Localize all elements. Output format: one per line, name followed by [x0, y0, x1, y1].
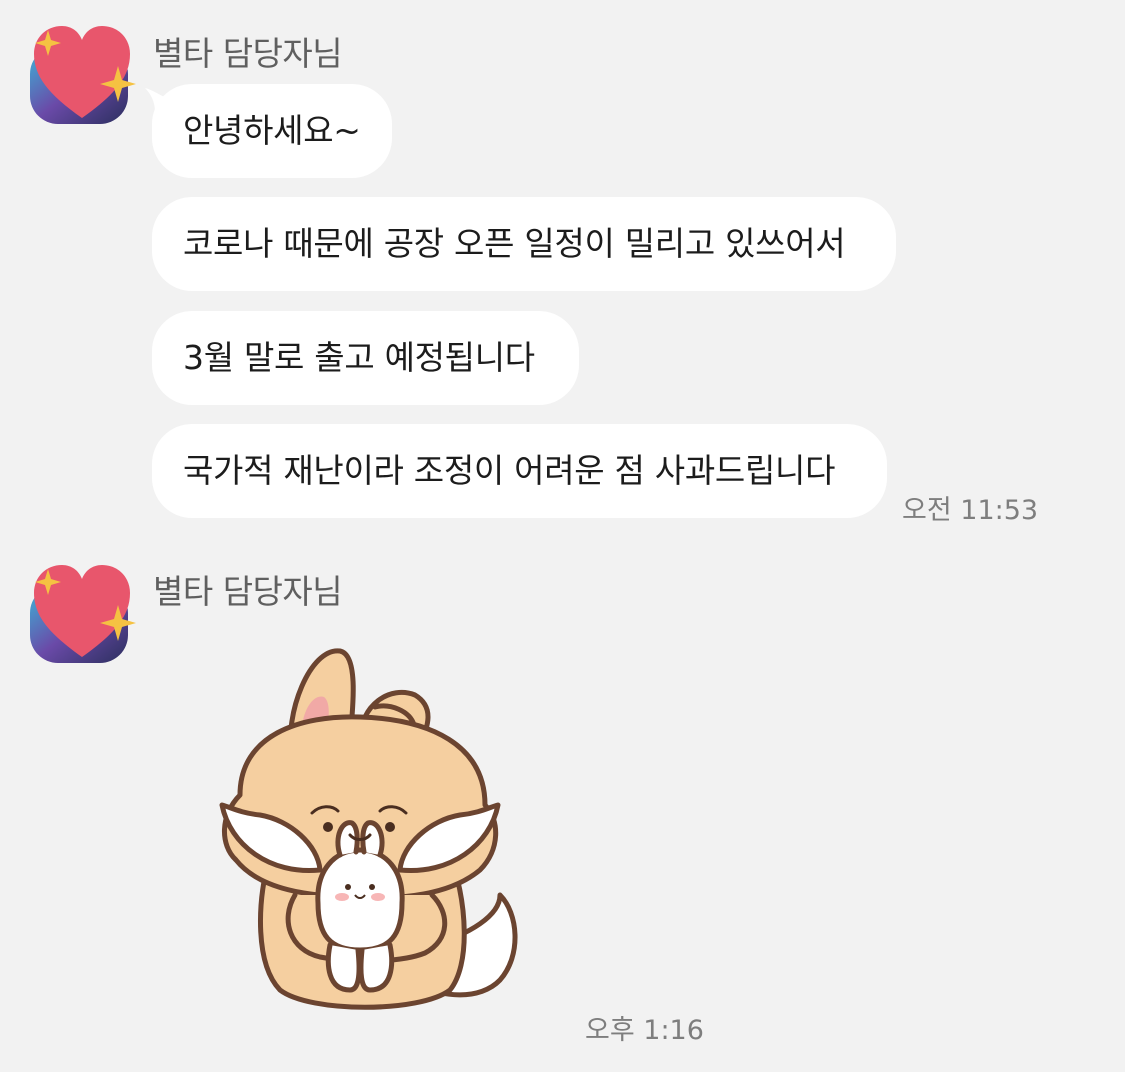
message-bubble[interactable]: 3월 말로 출고 예정됩니다 — [152, 311, 579, 405]
message-text: 코로나 때문에 공장 오픈 일정이 밀리고 있쓰어서 — [183, 224, 846, 263]
sticker-message[interactable] — [200, 645, 530, 1025]
message-bubble[interactable]: 안녕하세요~ — [152, 84, 392, 178]
message-text: 국가적 재난이라 조정이 어려운 점 사과드립니다 — [183, 451, 836, 490]
message-text: 안녕하세요~ — [183, 111, 361, 150]
sparkling-heart-icon — [30, 565, 136, 663]
message-timestamp: 오전 11:53 — [902, 495, 1039, 526]
message-timestamp: 오후 1:16 — [585, 1015, 704, 1046]
sender-name: 별타 담당자님 — [153, 34, 343, 73]
sender-avatar[interactable] — [28, 557, 136, 665]
message-bubble[interactable]: 코로나 때문에 공장 오픈 일정이 밀리고 있쓰어서 — [152, 197, 896, 291]
sparkling-heart-icon — [30, 26, 136, 124]
sender-avatar[interactable] — [28, 18, 136, 126]
sad-fox-hugging-bunny-sticker — [219, 648, 518, 1010]
message-text: 3월 말로 출고 예정됩니다 — [183, 338, 535, 377]
sender-name: 별타 담당자님 — [153, 572, 343, 611]
message-bubble[interactable]: 국가적 재난이라 조정이 어려운 점 사과드립니다 — [152, 424, 887, 518]
